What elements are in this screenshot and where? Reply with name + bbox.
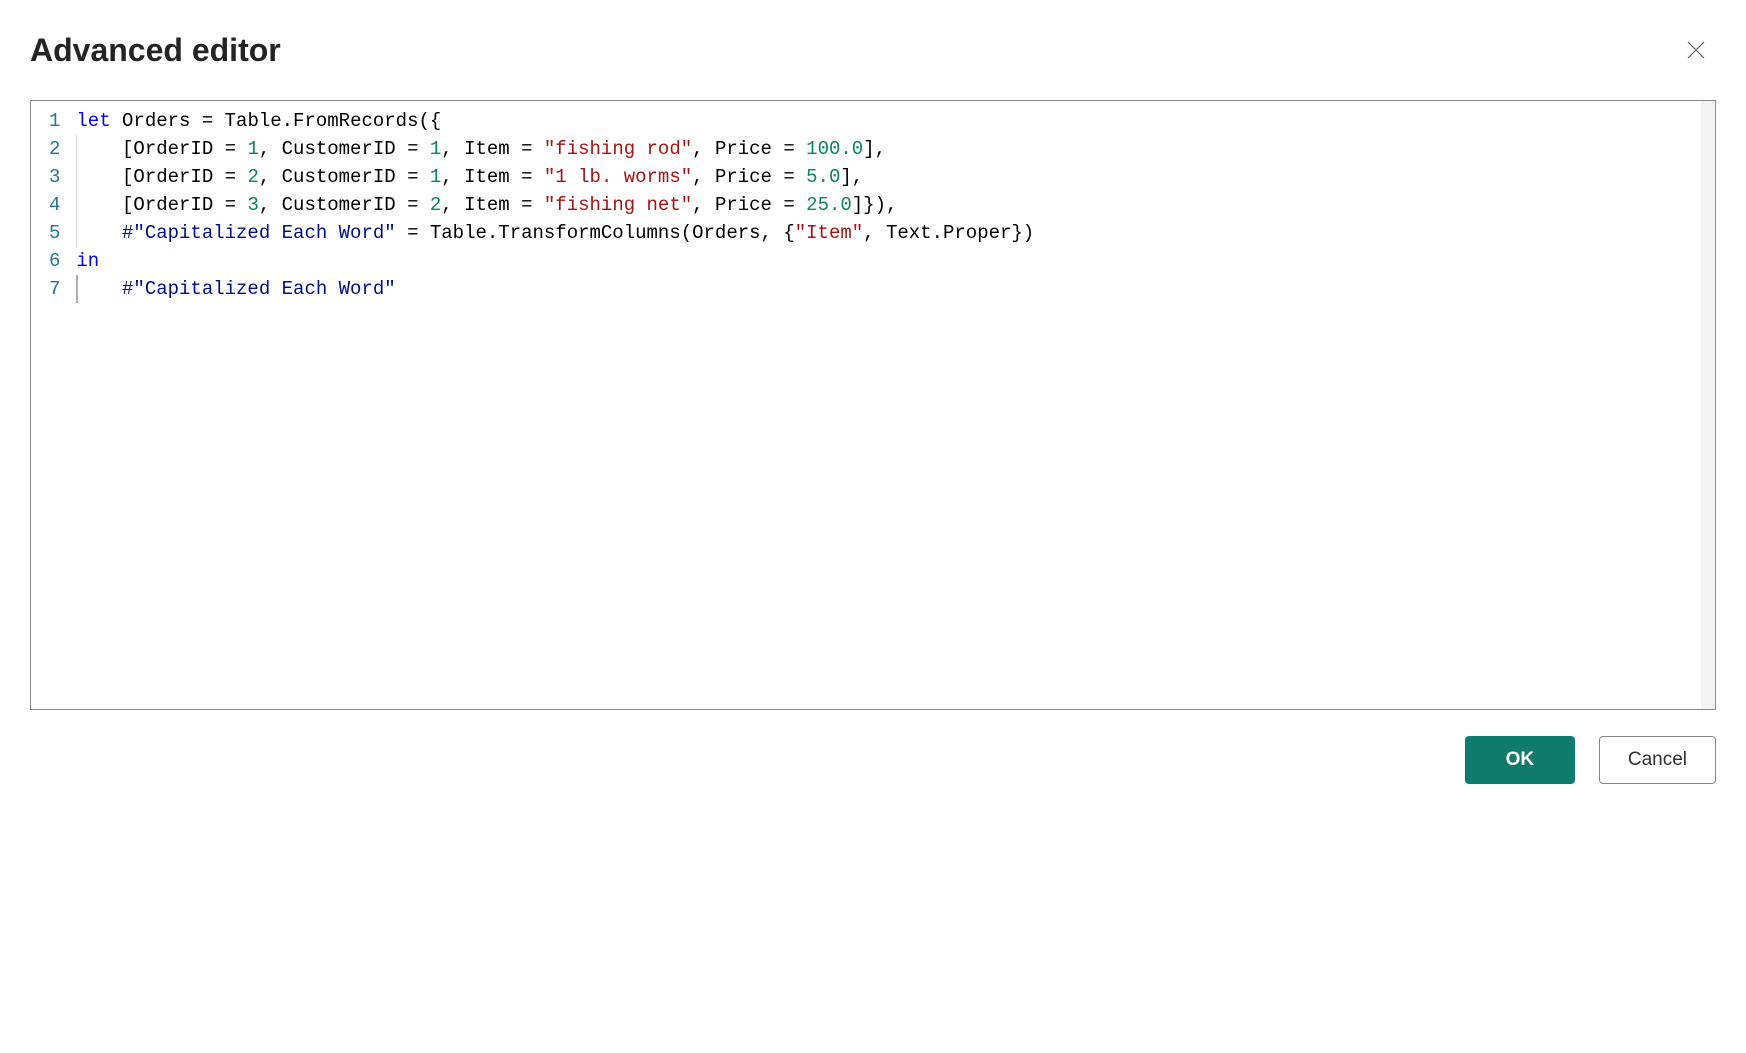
- dialog-footer: OK Cancel: [30, 736, 1716, 784]
- token-ident: , Price =: [692, 138, 806, 160]
- token-ident: , Item =: [441, 166, 544, 188]
- line-number: 4: [49, 191, 60, 219]
- ok-button[interactable]: OK: [1465, 736, 1575, 784]
- line-number: 3: [49, 163, 60, 191]
- token-number: 1: [247, 138, 258, 160]
- code-line[interactable]: [OrderID = 1, CustomerID = 1, Item = "fi…: [76, 135, 1707, 163]
- token-ident: [OrderID =: [76, 194, 247, 216]
- dialog-title: Advanced editor: [30, 32, 281, 69]
- token-ident: [OrderID =: [76, 138, 247, 160]
- token-keyword: in: [76, 250, 99, 272]
- line-number: 2: [49, 135, 60, 163]
- code-line[interactable]: [OrderID = 3, CustomerID = 2, Item = "fi…: [76, 191, 1707, 219]
- token-ident: , Price =: [692, 194, 806, 216]
- token-number: 5.0: [806, 166, 840, 188]
- dialog-header: Advanced editor: [30, 30, 1716, 70]
- token-quoted-ident: #"Capitalized Each Word": [122, 222, 396, 244]
- token-number: 25.0: [806, 194, 852, 216]
- code-line[interactable]: let Orders = Table.FromRecords({: [76, 107, 1707, 135]
- token-ident: ],: [840, 166, 863, 188]
- line-gutter: 1234567: [31, 101, 72, 709]
- line-number: 6: [49, 247, 60, 275]
- token-number: 3: [247, 194, 258, 216]
- token-ident: [76, 222, 122, 244]
- indent-guide: [76, 135, 77, 163]
- token-quoted-ident: #"Capitalized Each Word": [122, 278, 396, 300]
- token-ident: , Item =: [441, 138, 544, 160]
- line-number: 7: [49, 275, 60, 303]
- line-number: 1: [49, 107, 60, 135]
- token-number: 100.0: [806, 138, 863, 160]
- indent-guide: [76, 219, 77, 247]
- token-ident: Orders = Table.FromRecords({: [111, 110, 442, 132]
- token-ident: = Table.TransformColumns(Orders, {: [396, 222, 795, 244]
- token-ident: [OrderID =: [76, 166, 247, 188]
- close-icon: [1684, 38, 1708, 62]
- vertical-scrollbar[interactable]: [1701, 101, 1715, 709]
- token-ident: ],: [863, 138, 886, 160]
- token-ident: , CustomerID =: [259, 194, 430, 216]
- token-string: "Item": [795, 222, 863, 244]
- token-string: "fishing net": [544, 194, 692, 216]
- token-number: 1: [430, 138, 441, 160]
- token-ident: [76, 278, 122, 300]
- code-line[interactable]: [OrderID = 2, CustomerID = 1, Item = "1 …: [76, 163, 1707, 191]
- indent-guide: [76, 163, 77, 191]
- token-number: 2: [430, 194, 441, 216]
- code-line[interactable]: #"Capitalized Each Word" = Table.Transfo…: [76, 219, 1707, 247]
- code-editor[interactable]: 1234567 let Orders = Table.FromRecords({…: [30, 100, 1716, 710]
- cancel-button[interactable]: Cancel: [1599, 736, 1716, 784]
- token-keyword: let: [76, 110, 110, 132]
- token-ident: ]}),: [852, 194, 898, 216]
- indent-guide: [76, 191, 77, 219]
- line-number: 5: [49, 219, 60, 247]
- close-button[interactable]: [1676, 30, 1716, 70]
- token-ident: , CustomerID =: [259, 138, 430, 160]
- token-number: 1: [430, 166, 441, 188]
- code-area[interactable]: let Orders = Table.FromRecords({ [OrderI…: [72, 101, 1715, 709]
- token-string: "1 lb. worms": [544, 166, 692, 188]
- token-number: 2: [247, 166, 258, 188]
- token-string: "fishing rod": [544, 138, 692, 160]
- code-line[interactable]: in: [76, 247, 1707, 275]
- token-ident: , Item =: [441, 194, 544, 216]
- advanced-editor-dialog: Advanced editor 1234567 let Orders = Tab…: [30, 30, 1716, 784]
- token-ident: , Price =: [692, 166, 806, 188]
- code-line[interactable]: #"Capitalized Each Word": [76, 275, 1707, 303]
- token-ident: , Text.Proper}): [863, 222, 1034, 244]
- text-cursor: [76, 275, 78, 303]
- token-ident: , CustomerID =: [259, 166, 430, 188]
